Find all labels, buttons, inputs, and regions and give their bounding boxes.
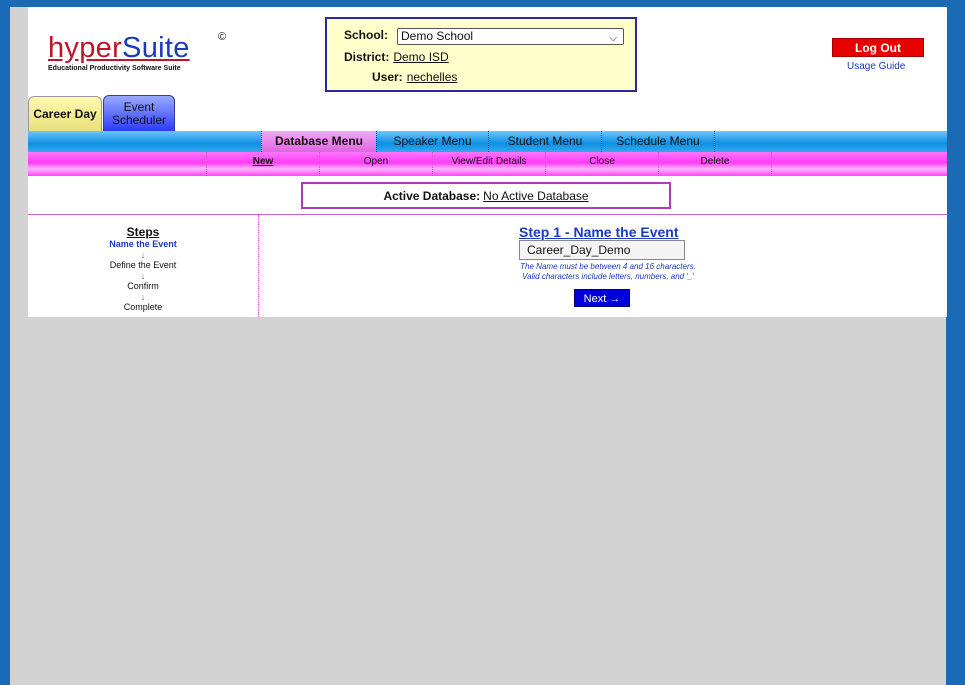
district-link[interactable]: Demo ISD [393, 50, 448, 64]
user-link[interactable]: nechelles [407, 70, 458, 84]
submenu-open[interactable]: Open [319, 152, 432, 176]
step-confirm: Confirm [127, 281, 159, 291]
chevron-down-icon: ⌵ [609, 33, 617, 44]
logo-wordmark: hyperSuite [48, 33, 190, 63]
page-margin-left [10, 7, 28, 685]
submenu-new[interactable]: New [206, 152, 319, 176]
logo-hyper: hyper [48, 32, 123, 64]
district-row: District: Demo ISD [344, 50, 449, 64]
tab-career-day[interactable]: Career Day [28, 96, 102, 131]
user-label: User: [372, 70, 403, 84]
district-label: District: [344, 50, 390, 64]
copyright-icon: © [218, 31, 227, 43]
steps-panel: Steps Name the Event ↓ Define the Event … [28, 225, 258, 313]
divider-horizontal [28, 214, 947, 215]
context-selector-panel: School: Demo School ⌵ District: Demo ISD … [325, 17, 637, 92]
steps-title: Steps [126, 225, 160, 239]
hint-length: The Name must be between 4 and 16 charac… [520, 262, 696, 271]
step-complete: Complete [123, 302, 163, 312]
logo-tagline: Educational Productivity Software Suite [48, 65, 181, 72]
event-name-input[interactable]: Career_Day_Demo [519, 240, 685, 260]
tab-event-scheduler-label: Event Scheduler [111, 100, 167, 127]
logout-button[interactable]: Log Out [832, 38, 924, 57]
usage-guide-link[interactable]: Usage Guide [847, 61, 905, 72]
active-database-panel: Active Database: No Active Database [301, 182, 671, 209]
hypersuite-logo[interactable]: hyperSuite © Educational Productivity So… [48, 31, 226, 72]
active-database-link[interactable]: No Active Database [483, 189, 588, 203]
submenu-close[interactable]: Close [545, 152, 658, 176]
window-frame-top [0, 0, 965, 7]
menu-schedule[interactable]: Schedule Menu [601, 131, 715, 152]
window-frame-right [946, 0, 965, 685]
hint-characters: Valid characters include letters, number… [522, 272, 694, 281]
divider-vertical [258, 215, 259, 317]
submenu-view-edit[interactable]: View/Edit Details [432, 152, 545, 176]
submenu-delete[interactable]: Delete [658, 152, 772, 176]
user-row: User: nechelles [372, 70, 457, 84]
school-select[interactable]: Demo School ⌵ [397, 28, 624, 45]
down-arrow-icon: ↓ [140, 292, 146, 302]
down-arrow-icon: ↓ [140, 250, 146, 260]
step-name-event: Name the Event [109, 239, 177, 249]
menu-speaker[interactable]: Speaker Menu [376, 131, 488, 152]
window-frame-left [0, 0, 10, 685]
school-label: School: [344, 28, 388, 42]
menu-database[interactable]: Database Menu [261, 131, 376, 152]
school-select-value: Demo School [401, 29, 474, 43]
logo-suite: Suite [122, 32, 190, 64]
down-arrow-icon: ↓ [140, 271, 146, 281]
page-content: hyperSuite © Educational Productivity So… [28, 7, 947, 317]
database-submenu-bar: New Open View/Edit Details Close Delete [28, 152, 947, 176]
next-button[interactable]: Next → [574, 289, 630, 307]
menu-student[interactable]: Student Menu [488, 131, 601, 152]
step-define-event: Define the Event [109, 260, 177, 270]
step-heading: Step 1 - Name the Event [519, 224, 679, 240]
main-menu-bar: Database Menu Speaker Menu Student Menu … [28, 131, 947, 152]
active-database-label: Active Database: [383, 189, 481, 203]
tab-event-scheduler[interactable]: Event Scheduler [103, 95, 175, 131]
